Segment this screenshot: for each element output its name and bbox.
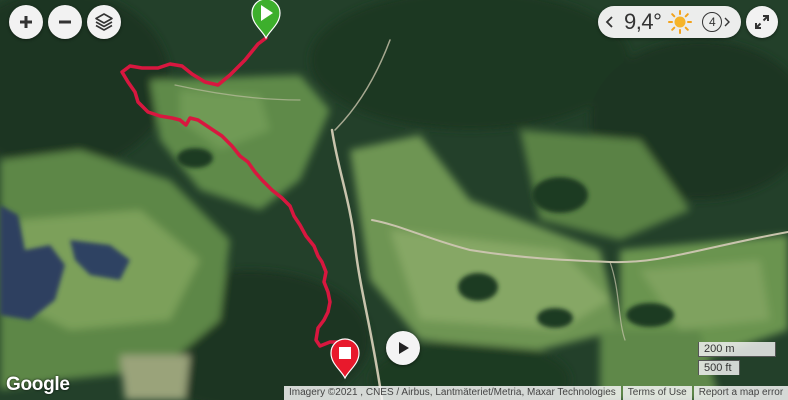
- play-icon: [399, 342, 409, 354]
- uv-index-value: 4: [709, 15, 716, 29]
- uv-index-badge: 4: [702, 12, 723, 32]
- layers-button[interactable]: [87, 5, 121, 39]
- zoom-in-button[interactable]: [9, 5, 43, 39]
- terms-link[interactable]: Terms of Use: [622, 386, 692, 400]
- layers-icon: [95, 13, 113, 31]
- report-error-link[interactable]: Report a map error: [693, 386, 788, 400]
- play-route-button[interactable]: [386, 331, 420, 365]
- map-scale: 200 m 500 ft: [698, 342, 778, 376]
- chevron-right-icon[interactable]: [723, 15, 731, 29]
- fullscreen-button[interactable]: [746, 6, 778, 38]
- expand-icon: [755, 15, 769, 29]
- scale-metric: 200 m: [698, 342, 776, 357]
- temperature-value: 9,4°: [624, 9, 662, 34]
- scale-imperial: 500 ft: [698, 360, 740, 375]
- weather-widget[interactable]: 9,4° 4: [598, 6, 741, 38]
- imagery-attribution: Imagery ©2021 , CNES / Airbus, Lantmäter…: [284, 386, 621, 400]
- stop-icon: [339, 347, 351, 359]
- attribution-bar: Imagery ©2021 , CNES / Airbus, Lantmäter…: [284, 386, 788, 400]
- minus-icon: [59, 20, 71, 24]
- google-logo[interactable]: Google: [6, 374, 70, 396]
- plus-icon: [20, 16, 32, 28]
- chevron-left-icon[interactable]: [604, 15, 616, 29]
- zoom-out-button[interactable]: [48, 5, 82, 39]
- sun-icon: [668, 10, 693, 34]
